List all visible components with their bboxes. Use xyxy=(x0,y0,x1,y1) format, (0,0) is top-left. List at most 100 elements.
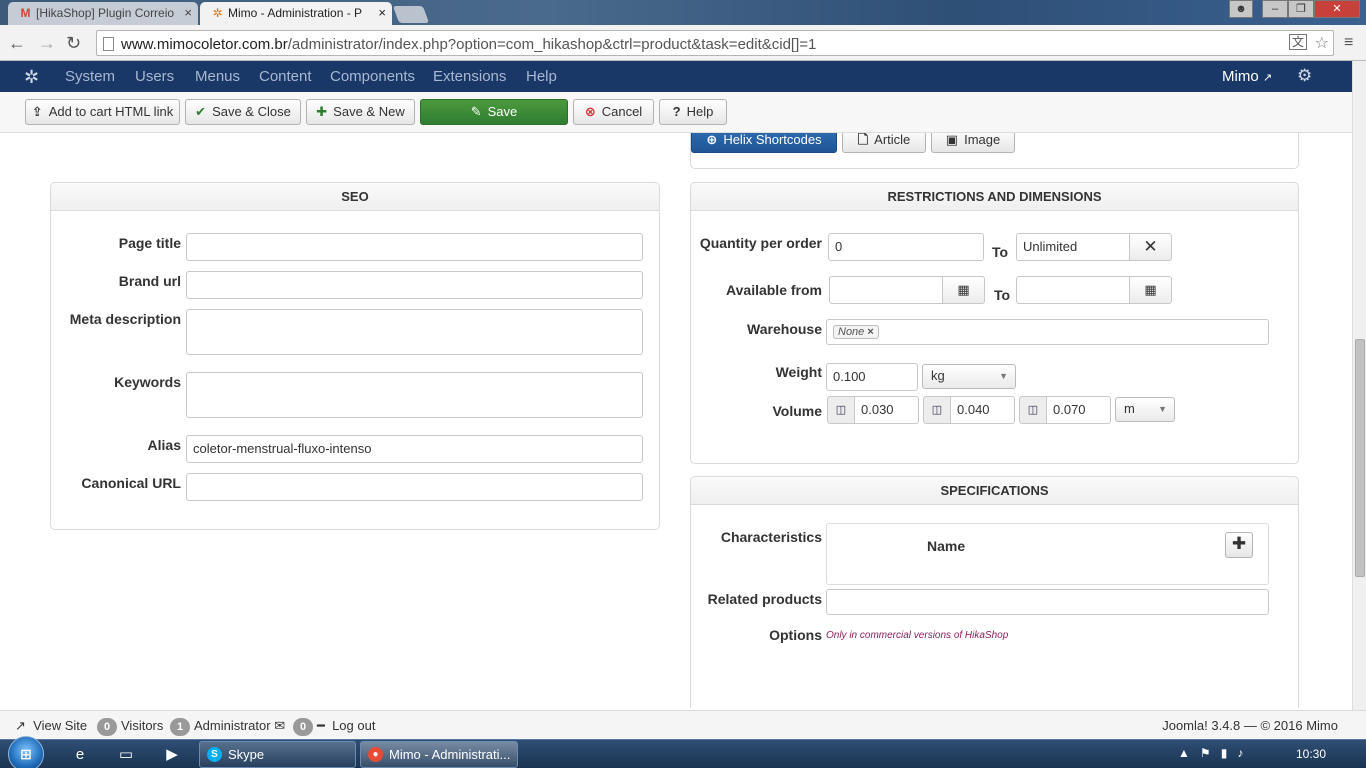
page-scrollbar[interactable] xyxy=(1352,61,1366,710)
menu-content[interactable]: Content xyxy=(259,68,312,85)
menu-components[interactable]: Components xyxy=(330,68,415,85)
close-window-button[interactable]: ✕ xyxy=(1314,0,1360,18)
button-label: Helix Shortcodes xyxy=(723,133,822,147)
caret-down-icon: ▼ xyxy=(999,371,1008,381)
visitors-badge: 0 xyxy=(97,718,117,736)
cancel-button[interactable]: ⊗ Cancel xyxy=(573,99,654,125)
options-note: Only in commercial versions of HikaShop xyxy=(826,630,1009,641)
envelope-icon: ✉ xyxy=(274,718,286,733)
folder-icon[interactable]: ▭ xyxy=(108,743,144,766)
save-button[interactable]: ✎ Save xyxy=(420,99,568,125)
article-button[interactable]: 🗋 Article xyxy=(842,133,926,153)
upload-icon: ⇪ xyxy=(31,104,43,119)
button-label: Save xyxy=(487,104,518,119)
tab-label: [HikaShop] Plugin Correio xyxy=(36,6,175,20)
minimize-button[interactable]: – xyxy=(1262,0,1288,18)
canonical-url-input[interactable] xyxy=(186,473,643,501)
characteristics-table: Name ✚ xyxy=(826,523,1269,585)
address-bar[interactable]: www.mimocoletor.com.br/administrator/ind… xyxy=(96,30,1334,56)
translate-icon[interactable]: 文 xyxy=(1288,34,1307,50)
view-site-link[interactable]: ↗ View Site xyxy=(15,718,87,734)
taskbar-chrome[interactable]: ● Mimo - Administrati... xyxy=(360,741,518,768)
browser-tab-mimo[interactable]: ✲ Mimo - Administration - P × xyxy=(200,2,392,25)
remove-tag-icon[interactable]: × xyxy=(867,326,873,338)
meta-description-textarea[interactable] xyxy=(186,309,643,355)
warehouse-select[interactable]: None × xyxy=(826,319,1269,345)
ie-icon[interactable]: e xyxy=(62,743,98,766)
menu-extensions[interactable]: Extensions xyxy=(433,68,506,85)
check-icon: ✔ xyxy=(195,104,207,119)
quantity-max-input[interactable]: Unlimited xyxy=(1016,233,1130,261)
menu-menus[interactable]: Menus xyxy=(195,68,240,85)
available-from-input[interactable] xyxy=(829,276,943,304)
helix-shortcodes-button[interactable]: ⊕ Helix Shortcodes xyxy=(691,133,837,153)
menu-help[interactable]: Help xyxy=(526,68,557,85)
image-button[interactable]: ▣ Image xyxy=(931,133,1015,153)
save-close-button[interactable]: ✔ Save & Close xyxy=(185,99,301,125)
external-link-icon: ↗ xyxy=(1262,72,1273,84)
user-icon[interactable]: ☻ xyxy=(1229,0,1253,18)
help-button[interactable]: ? Help xyxy=(659,99,727,125)
taskbar-skype[interactable]: S Skype xyxy=(199,741,356,768)
weight-input[interactable]: 0.100 xyxy=(826,363,918,391)
menu-system[interactable]: System xyxy=(65,68,115,85)
back-arrow-icon[interactable]: ← xyxy=(8,33,26,54)
admin-menu-bar: ✲ System Users Menus Content Components … xyxy=(0,61,1352,92)
keywords-label: Keywords xyxy=(114,374,181,390)
volume-x-input[interactable]: 0.030 xyxy=(854,396,919,424)
system-tray[interactable]: ▲ ⚑ ▮ ♪ xyxy=(1178,746,1243,760)
quantity-per-order-label: Quantity per order xyxy=(699,235,822,251)
logout-link[interactable]: Log out xyxy=(332,718,375,733)
add-to-cart-link-button[interactable]: ⇪ Add to cart HTML link xyxy=(25,99,180,125)
close-tab-icon[interactable]: × xyxy=(184,5,192,20)
messages-status[interactable]: 0 ━ Log out xyxy=(293,718,375,736)
tab-label: Mimo - Administration - P xyxy=(228,6,363,20)
calendar-icon[interactable]: ▦ xyxy=(942,276,985,304)
new-tab-button[interactable] xyxy=(392,6,430,23)
brand-url-input[interactable] xyxy=(186,271,643,299)
clear-x-icon[interactable]: ✕ xyxy=(1129,233,1172,261)
tray-arrow-icon: ▲ xyxy=(1178,746,1190,760)
start-button[interactable]: ⊞ xyxy=(8,736,44,768)
browser-tab-hikashop[interactable]: M [HikaShop] Plugin Correio × xyxy=(8,2,198,25)
close-tab-icon[interactable]: × xyxy=(378,5,386,20)
button-label: Add to cart HTML link xyxy=(48,104,174,119)
maximize-button[interactable]: ❐ xyxy=(1288,0,1314,18)
plus-circle-icon: ⊕ xyxy=(706,133,718,147)
site-link[interactable]: Mimo ↗ xyxy=(1222,68,1272,85)
page-title-input[interactable] xyxy=(186,233,643,261)
volume-label: Volume xyxy=(772,403,822,419)
weight-unit-select[interactable]: kg ▼ xyxy=(922,364,1016,389)
calendar-icon[interactable]: ▦ xyxy=(1129,276,1172,304)
admin-status: 1 Administrator ✉ xyxy=(170,718,285,736)
available-to-input[interactable] xyxy=(1016,276,1130,304)
canonical-url-label: Canonical URL xyxy=(81,475,181,491)
meta-description-label: Meta description xyxy=(69,311,181,327)
save-new-button[interactable]: ✚ Save & New xyxy=(306,99,415,125)
related-products-input[interactable] xyxy=(826,589,1269,615)
menu-users[interactable]: Users xyxy=(135,68,174,85)
chrome-menu-icon[interactable]: ≡ xyxy=(1344,34,1353,52)
minus-icon: ━ xyxy=(317,718,325,733)
media-player-icon[interactable]: ▶ xyxy=(154,743,190,766)
scrollbar-thumb[interactable] xyxy=(1355,339,1365,577)
volume-unit-select[interactable]: m ▼ xyxy=(1115,397,1175,422)
bookmark-star-icon[interactable]: ☆ xyxy=(1315,33,1329,53)
volume-z-input[interactable]: 0.070 xyxy=(1046,396,1111,424)
alias-input[interactable]: coletor-menstrual-fluxo-intenso xyxy=(186,435,643,463)
to-label: To xyxy=(994,287,1011,303)
gear-icon[interactable]: ⚙ xyxy=(1297,66,1312,86)
keywords-textarea[interactable] xyxy=(186,372,643,418)
admin-badge: 1 xyxy=(170,718,190,736)
quantity-min-input[interactable]: 0 xyxy=(828,233,984,261)
reload-icon[interactable]: ↻ xyxy=(66,33,81,54)
joomla-logo-icon[interactable]: ✲ xyxy=(24,67,39,88)
volume-y-input[interactable]: 0.040 xyxy=(950,396,1015,424)
options-label: Options xyxy=(769,627,822,643)
clock[interactable]: 10:30 xyxy=(1296,747,1326,761)
characteristics-label: Characteristics xyxy=(720,529,822,545)
visitors-status: 0 Visitors xyxy=(97,718,163,736)
forward-arrow-icon[interactable]: → xyxy=(38,33,56,54)
add-characteristic-plus-icon[interactable]: ✚ xyxy=(1225,532,1253,558)
cube-icon: ◫ xyxy=(1019,396,1047,424)
